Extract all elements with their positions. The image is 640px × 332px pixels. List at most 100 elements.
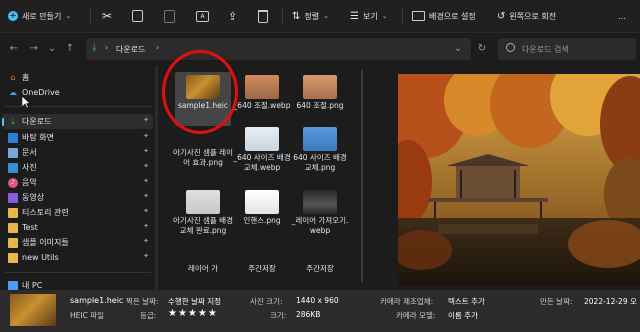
details-shot-date-value[interactable]: 수행한 날짜 지정: [168, 296, 221, 307]
sidebar-item-test[interactable]: Test ✦: [8, 220, 153, 235]
file-tile[interactable]: _640 사이즈 배경 교체.webp: [232, 124, 292, 172]
sidebar-item-label: 티스토리 관련: [22, 208, 69, 217]
sidebar-item-tistory[interactable]: 티스토리 관련 ✦: [8, 205, 153, 220]
up-button[interactable]: ↑: [64, 42, 76, 56]
share-button[interactable]: ⇪: [228, 8, 237, 24]
breadcrumb-downloads[interactable]: 다운로드: [116, 44, 145, 55]
pc-icon: [8, 280, 18, 291]
rename-icon: A: [196, 10, 209, 22]
cloud-icon: ☁: [9, 88, 17, 97]
video-icon: [8, 192, 18, 203]
file-thumbnail: [303, 190, 337, 214]
pin-icon: ✦: [143, 222, 149, 230]
sidebar-item-home[interactable]: ⌂ 홈: [8, 70, 153, 85]
rotate-left-label: 왼쪽으로 회전: [509, 11, 557, 21]
pane-splitter[interactable]: [155, 66, 158, 290]
sort-button[interactable]: ⇅ 정렬 ⌄: [292, 8, 329, 24]
sidebar-item-label: Test: [22, 223, 38, 232]
search-box[interactable]: 다운로드 검색: [498, 38, 636, 60]
details-rating-label: 등급:: [140, 311, 157, 320]
file-tile[interactable]: 주간저장: [290, 262, 350, 274]
sidebar-item-label: 바탕 화면: [22, 133, 54, 142]
details-filename: sample1.heic: [70, 296, 124, 305]
sort-label: 정렬: [304, 11, 320, 21]
file-tile[interactable]: 아기사진 샘플 레이어 효과.png: [173, 146, 233, 167]
file-tile[interactable]: 640 사이즈 배경 교체.png: [290, 124, 350, 172]
set-background-button[interactable]: 배경으로 설정: [412, 8, 476, 24]
cut-button[interactable]: ✂: [102, 8, 112, 24]
folder-icon: [8, 207, 18, 218]
view-icon: ☰: [350, 10, 359, 22]
file-tile[interactable]: 640 조절.png: [290, 72, 350, 111]
file-tile[interactable]: 아기사진 샘플 배경 교체 완료.png: [173, 190, 233, 235]
file-thumbnail: [245, 75, 279, 99]
rotate-left-button[interactable]: ↺ 왼쪽으로 회전: [497, 8, 556, 24]
file-name: 주간저장: [306, 264, 334, 273]
file-tile[interactable]: _640 조절.webp: [232, 72, 292, 111]
file-name: _640 사이즈 배경 교체.webp: [233, 153, 291, 172]
rotate-left-icon: ↺: [497, 10, 506, 22]
delete-button[interactable]: [258, 8, 268, 24]
file-tile[interactable]: 레이어 가: [173, 262, 233, 274]
sidebar-item-new-utils[interactable]: new Utils ✦: [8, 250, 153, 265]
refresh-button[interactable]: ↻: [476, 42, 488, 56]
copy-button[interactable]: [132, 8, 143, 24]
address-bar[interactable]: ⤓ › 다운로드 ›: [86, 38, 471, 60]
forward-button[interactable]: →: [28, 42, 40, 56]
rename-button[interactable]: A: [196, 8, 209, 24]
desktop-background-icon: [412, 11, 425, 21]
view-button[interactable]: ☰ 보기 ⌄: [350, 8, 388, 24]
sidebar-item-label: 동영상: [22, 193, 45, 202]
file-tile[interactable]: 주간저장: [232, 262, 292, 274]
file-list-scrollbar[interactable]: [361, 70, 363, 282]
sidebar-item-pictures[interactable]: 사진 ✦: [8, 160, 153, 175]
back-button[interactable]: ←: [8, 42, 20, 56]
selection-indicator: [2, 118, 4, 126]
more-button[interactable]: …: [618, 8, 626, 24]
details-created-label: 만든 날짜:: [540, 297, 573, 306]
pictures-icon: [8, 162, 18, 173]
pin-icon: ✦: [143, 252, 149, 260]
folder-icon: [8, 252, 18, 263]
details-shot-date-label: 찍은 날짜:: [126, 297, 159, 306]
details-model-value[interactable]: 이름 추가: [448, 310, 478, 321]
more-label: …: [618, 11, 626, 21]
chevron-down-icon: ⌄: [323, 12, 329, 20]
details-rating-stars[interactable]: ★★★★★: [168, 308, 218, 319]
sidebar-item-desktop[interactable]: 바탕 화면 ✦: [8, 130, 153, 145]
arrow-left-icon: ←: [9, 43, 19, 54]
scissors-icon: ✂: [102, 9, 113, 23]
pin-icon: ✦: [143, 147, 149, 155]
details-photo-size-label: 사진 크기:: [250, 297, 283, 306]
pin-icon: ✦: [143, 177, 149, 185]
folder-icon: [8, 222, 18, 233]
sidebar-item-music[interactable]: ♪ 음악 ✦: [8, 175, 153, 190]
sidebar-item-sample-images[interactable]: 샘플 이미지들 ✦: [8, 235, 153, 250]
divider: [4, 272, 151, 273]
new-button[interactable]: + 새로 만들기 ⌄: [8, 8, 71, 24]
paste-button[interactable]: [164, 8, 175, 24]
file-thumbnail: [186, 190, 220, 214]
pin-icon: ✦: [143, 207, 149, 215]
sidebar-item-documents[interactable]: 문서 ✦: [8, 145, 153, 160]
sidebar-item-label: 홈: [22, 73, 30, 82]
file-name: 레이어 가: [188, 264, 218, 273]
file-thumbnail: [245, 127, 279, 151]
chevron-down-icon: ⌄: [381, 12, 388, 20]
pin-icon: ✦: [143, 132, 149, 140]
file-tile[interactable]: 인핸스.png: [232, 190, 292, 226]
sidebar-item-label: 사진: [22, 163, 37, 172]
preview-pane: [370, 66, 640, 290]
file-tile[interactable]: _레이어 가져오기.webp: [290, 190, 350, 235]
address-dropdown-button[interactable]: ⌄: [452, 42, 464, 56]
sidebar-item-downloads[interactable]: ⤓ 다운로드 ✦: [2, 114, 153, 129]
file-thumbnail: [303, 127, 337, 151]
desktop-icon: [8, 132, 18, 143]
file-thumbnail: [245, 190, 279, 214]
set-background-label: 배경으로 설정: [429, 11, 476, 21]
details-maker-value[interactable]: 텍스트 추가: [448, 296, 485, 307]
pin-icon: ✦: [143, 116, 149, 124]
download-icon: ⤓: [92, 42, 97, 53]
recent-button[interactable]: ⌄: [46, 42, 58, 56]
sidebar-item-videos[interactable]: 동영상 ✦: [8, 190, 153, 205]
